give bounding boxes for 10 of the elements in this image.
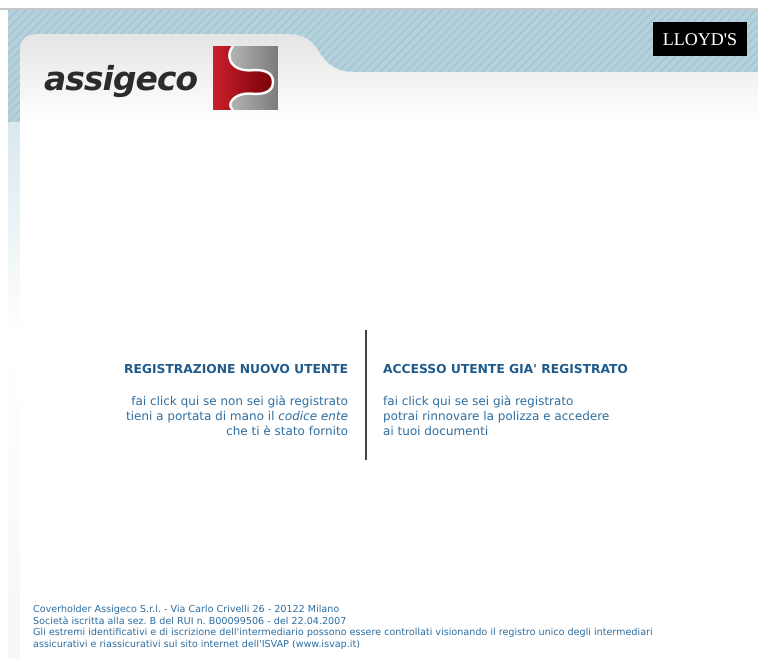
section-title: REGISTRAZIONE NUOVO UTENTE [124,361,348,378]
section-title: ACCESSO UTENTE GIA' REGISTRATO [383,361,628,378]
company-address: Coverholder Assigeco S.r.l. - Via Carlo Crivelli 26 - 20122 Milano [33,604,340,616]
section-link[interactable]: fai click qui se non sei già registrato tieni a portata di mano il codice ente che ti è stato fornito [126,394,348,440]
partner-badge: LLOYD'S [652,22,747,56]
logo-icon [213,46,278,110]
legal-notice: Gli estremi identificativi e di iscrizione dell'intermediario possono essere controllati visionando il registro unico degli intermediari assicurativi e riassicurativi sul sito internet dell'ISVAP (www.isvap.it) [33,627,653,650]
registration-text: Società iscritta alla sez. B del RUI n. B00099506 - del 22.04.2007 [33,616,346,627]
section-link[interactable]: fai click qui se sei già registrato potrai rinnovare la polizza e accedere ai tuoi documenti [383,394,610,440]
logo-text: assigeco [44,58,198,100]
